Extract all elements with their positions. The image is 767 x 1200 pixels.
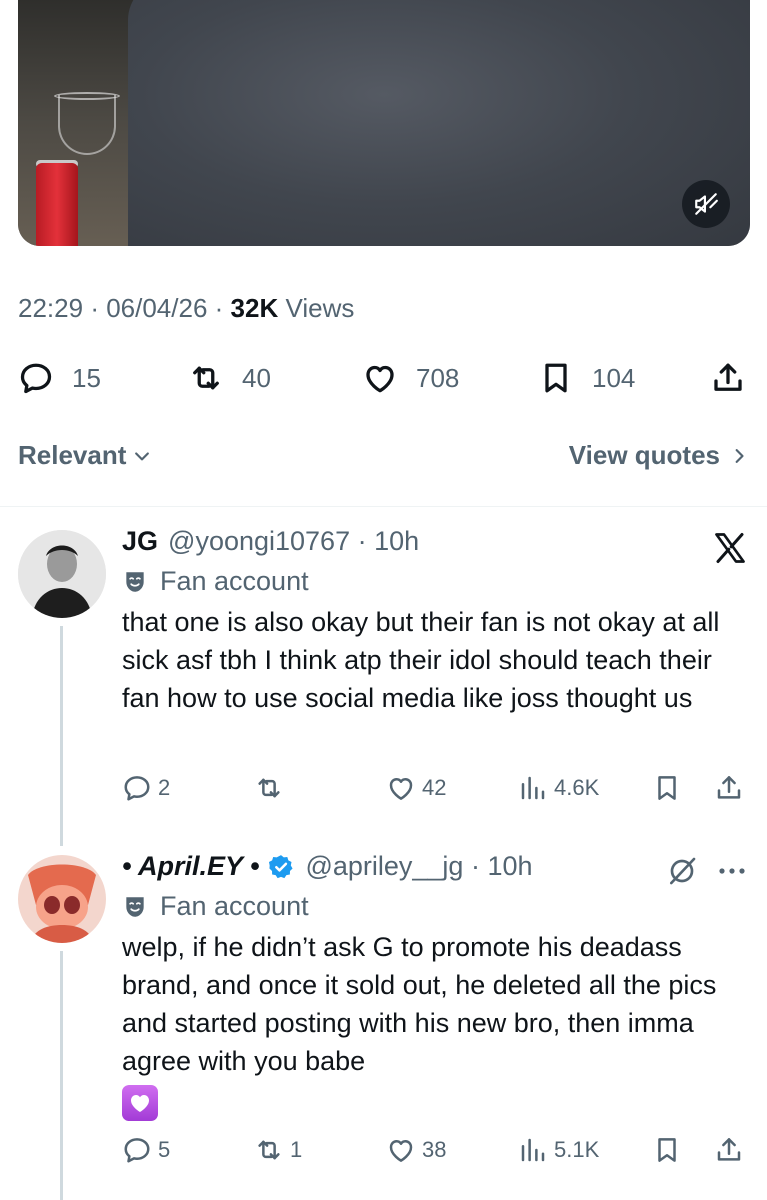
share-upload-icon	[714, 363, 742, 391]
bookmark-icon	[658, 1138, 676, 1162]
reply-count: 5	[158, 1137, 171, 1162]
bookmark-button[interactable]	[652, 770, 682, 806]
views-count: 5.1K	[554, 1137, 600, 1162]
post-meta: 22:29 · 06/04/26 · 32K Views	[18, 293, 355, 323]
repost-button[interactable]: 1	[254, 1132, 302, 1168]
user-handle[interactable]: @apriley__jg	[305, 851, 463, 882]
fan-account-text: Fan account	[160, 566, 309, 596]
reply-button[interactable]: 15	[18, 355, 101, 401]
reply-header: JG @yoongi10767 · 10h	[122, 526, 420, 557]
views-count: 32K	[230, 293, 279, 323]
wine-glass-bowl	[58, 95, 116, 155]
reply-text: welp, if he didn’t ask G to promote his …	[122, 932, 717, 1076]
reply-action-bar: 2 42 4.6K	[122, 770, 750, 806]
display-name[interactable]: JG	[122, 526, 158, 557]
repost-arrows-icon	[258, 778, 280, 798]
thread-line	[60, 626, 63, 846]
chevron-right-icon	[735, 448, 744, 463]
bar-chart-icon	[521, 776, 545, 800]
share-upload-icon	[717, 1138, 741, 1161]
views-count: 4.6K	[554, 775, 600, 800]
sort-label: Relevant	[18, 440, 127, 470]
avatar[interactable]	[18, 530, 106, 618]
like-button[interactable]: 708	[362, 355, 459, 401]
heart-icon	[366, 365, 394, 393]
video-media[interactable]	[18, 0, 750, 246]
view-quotes-label: View quotes	[568, 440, 720, 470]
x-logo-icon	[715, 533, 745, 563]
repost-arrows-icon	[258, 1140, 280, 1160]
soda-can	[36, 163, 78, 246]
display-name[interactable]: • April.EY •	[122, 851, 259, 882]
speaker-muted-icon	[695, 193, 718, 215]
bookmark-icon	[545, 363, 567, 393]
like-button[interactable]: 38	[386, 1132, 446, 1168]
thread-line	[60, 951, 63, 1200]
theater-mask-icon	[126, 896, 144, 917]
divider	[0, 506, 767, 507]
post-time: 22:29	[18, 293, 84, 323]
avatar-image	[18, 530, 106, 618]
views-button[interactable]: 5.1K	[518, 1132, 599, 1168]
bar-chart-icon	[521, 1138, 545, 1162]
repost-arrows-icon	[193, 366, 219, 390]
mute-button[interactable]	[682, 180, 730, 228]
reply-button[interactable]: 2	[122, 770, 170, 806]
reply-count: 15	[72, 362, 101, 393]
more-dots-icon[interactable]	[716, 861, 748, 881]
post-action-bar: 15 40 708 104	[18, 355, 750, 401]
verified-badge-icon	[269, 854, 294, 878]
avatar-image	[18, 855, 106, 943]
chevron-down-icon	[135, 451, 150, 460]
bookmark-button[interactable]	[652, 1132, 682, 1168]
speech-bubble-icon	[20, 363, 52, 394]
fan-account-text: Fan account	[160, 891, 309, 921]
reply-header: • April.EY • @apriley__jg · 10h	[122, 851, 533, 882]
bookmark-count: 104	[592, 362, 636, 393]
like-button[interactable]: 42	[386, 770, 446, 806]
repost-button[interactable]	[254, 770, 290, 806]
reply-button[interactable]: 5	[122, 1132, 170, 1168]
fan-account-label: Fan account	[122, 566, 309, 597]
share-button[interactable]	[714, 1132, 744, 1168]
replies-sort-row: Relevant View quotes	[18, 440, 748, 476]
share-button[interactable]	[714, 770, 744, 806]
reply-text: that one is also okay but their fan is n…	[122, 607, 720, 713]
reply-time[interactable]: 10h	[487, 851, 532, 882]
like-count: 42	[422, 775, 447, 800]
grok-slash-icon[interactable]	[666, 855, 698, 887]
share-button[interactable]	[710, 355, 746, 401]
repost-count: 40	[242, 362, 271, 393]
views-label: Views	[285, 293, 355, 323]
bookmark-icon	[658, 776, 676, 800]
bookmark-button[interactable]: 104	[538, 355, 635, 401]
person-shirt	[128, 0, 750, 246]
speech-bubble-icon	[124, 776, 150, 801]
theater-mask-icon	[126, 571, 144, 592]
sort-dropdown[interactable]: Relevant	[18, 440, 152, 471]
repost-button[interactable]: 40	[188, 355, 271, 401]
reply-count: 2	[158, 775, 171, 800]
views-button[interactable]: 4.6K	[518, 770, 599, 806]
reply-time[interactable]: 10h	[374, 526, 419, 557]
reply-item[interactable]: • April.EY • @apriley__jg · 10h Fan acco…	[0, 845, 767, 1200]
speech-bubble-icon	[124, 1138, 150, 1163]
repost-count: 1	[290, 1137, 303, 1162]
view-quotes-link[interactable]: View quotes	[569, 440, 748, 471]
avatar[interactable]	[18, 855, 106, 943]
heart-icon	[389, 1140, 413, 1162]
purple-heart-emoji	[122, 1081, 158, 1121]
like-count: 38	[422, 1137, 447, 1162]
user-handle[interactable]: @yoongi10767	[168, 526, 350, 557]
heart-icon	[389, 778, 413, 800]
reply-action-bar: 5 1 38 5.1K	[122, 1132, 750, 1168]
share-upload-icon	[717, 776, 741, 799]
reply-item[interactable]: JG @yoongi10767 · 10h Fan account that o…	[0, 520, 767, 846]
like-count: 708	[416, 362, 460, 393]
post-date: 06/04/26	[106, 293, 208, 323]
fan-account-label: Fan account	[122, 891, 309, 922]
